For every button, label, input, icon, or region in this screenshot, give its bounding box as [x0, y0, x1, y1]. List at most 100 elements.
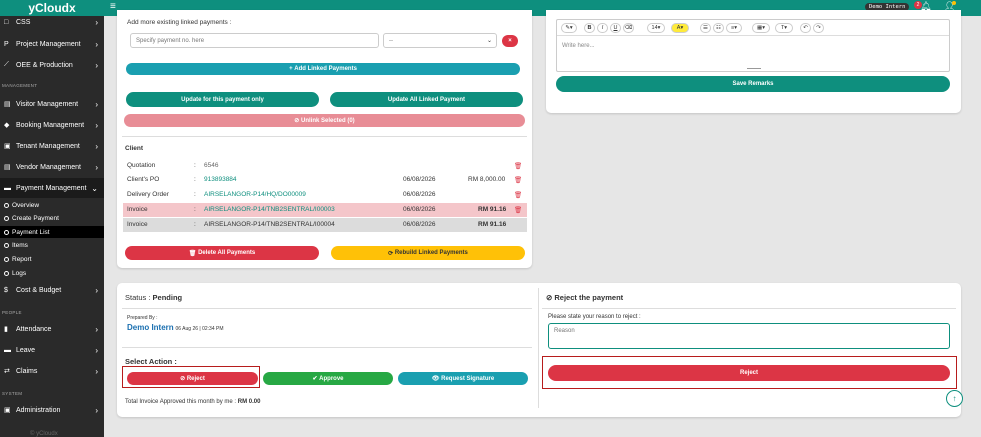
trash-icon[interactable]: 🗑︎ — [514, 206, 522, 214]
sidebar-item-attendance[interactable]: ▮ Attendance › — [0, 319, 104, 339]
chevron-right-icon: › — [95, 17, 98, 27]
row-date: 06/08/2026 — [403, 191, 436, 198]
prepared-by-label: Prepared By : — [127, 315, 158, 321]
sidebar-item-leave[interactable]: ▬ Leave › — [0, 340, 104, 360]
row-label: Quotation — [127, 162, 156, 169]
update-all-linked-button[interactable]: Update All Linked Payment — [330, 92, 523, 107]
rebuild-linked-payments-button[interactable]: ⟳ Rebuild Linked Payments — [331, 246, 525, 260]
bullet-list-icon[interactable]: ☰ — [700, 23, 711, 33]
remove-linked-button[interactable]: × — [502, 35, 518, 47]
update-this-payment-button[interactable]: Update for this payment only — [126, 92, 319, 107]
preparer-name[interactable]: Demo Intern — [127, 323, 174, 332]
row-value-link[interactable]: 913893884 — [204, 176, 237, 183]
sidebar-item-tenant[interactable]: ▣ Tenant Management › — [0, 136, 104, 156]
sidebar-item-vendor[interactable]: ▤ Vendor Management › — [0, 157, 104, 177]
row-value-link[interactable]: AIRSELANGOR-P14/HQ/DO00009 — [204, 191, 306, 198]
section-people: PEOPLE — [2, 310, 22, 315]
row-date: 06/08/2026 — [403, 206, 436, 213]
font-size-value: 14 — [651, 25, 658, 31]
divider — [122, 136, 527, 137]
row-amount: RM 8,000.00 — [468, 176, 506, 183]
check-icon: ✔ — [312, 376, 320, 382]
sidebar: □ CSS › P Project Management › ⟋ OEE & Produc… — [0, 16, 104, 437]
client-row-invoice[interactable]: Invoice : AIRSELANGOR-P14/TNB2SENTRAL/I0… — [123, 218, 527, 232]
redo-icon[interactable]: ↷ — [813, 23, 824, 33]
row-value-link[interactable]: AIRSELANGOR-P14/TNB2SENTRAL/I00003 — [204, 206, 335, 213]
sidebar-item-claims[interactable]: ⇄ Claims › — [0, 361, 104, 381]
sub-item-report[interactable]: Report — [0, 253, 104, 265]
align-dropdown[interactable]: ≡▾ — [726, 23, 742, 33]
chevron-right-icon: › — [95, 162, 98, 172]
payment-select[interactable]: -- ⌄ — [383, 33, 497, 48]
chevron-down-icon: ⌄ — [486, 38, 492, 44]
sub-item-label: Payment List — [12, 228, 50, 236]
highlight-button[interactable]: A▾ — [671, 23, 689, 33]
numbered-list-icon[interactable]: ☷ — [713, 23, 724, 33]
chevron-right-icon: › — [95, 285, 98, 295]
undo-icon[interactable]: ↶ — [800, 23, 811, 33]
request-signature-button[interactable]: 👁︎ Request Signature — [398, 372, 528, 385]
client-row-quotation: Quotation : 6546 🗑︎ — [123, 159, 527, 173]
remarks-card: ✎▾ B I U ⌫ 14 ▾ A▾ ☰ ☷ ≡▾ ▦▾ T▾ ↶ ↷ Write… — [546, 10, 961, 113]
sidebar-item-booking[interactable]: ◆ Booking Management › — [0, 115, 104, 135]
tenant-icon: ▣ — [4, 143, 11, 150]
row-colon: : — [194, 176, 196, 183]
client-row-invoice-selected[interactable]: Invoice : AIRSELANGOR-P14/TNB2SENTRAL/I0… — [123, 203, 527, 217]
total-label: Total Invoice Approved this month by me … — [125, 399, 237, 405]
brand-logo[interactable]: yCloudx — [0, 0, 104, 16]
approve-button[interactable]: ✔ Approve — [263, 372, 393, 385]
reject-reason-input[interactable]: Reason — [548, 323, 950, 349]
add-linked-payments-button[interactable]: + Add Linked Payments — [126, 63, 520, 75]
scroll-top-icon[interactable]: ↑ — [946, 390, 963, 407]
chevron-down-icon: ⌄ — [91, 183, 98, 193]
underline-button[interactable]: U — [610, 23, 621, 33]
chevron-right-icon: › — [95, 99, 98, 109]
save-remarks-button[interactable]: Save Remarks — [556, 76, 950, 92]
remarks-editor: ✎▾ B I U ⌫ 14 ▾ A▾ ☰ ☷ ≡▾ ▦▾ T▾ ↶ ↷ Write… — [556, 19, 950, 72]
font-size-dropdown[interactable]: 14 ▾ — [647, 23, 665, 33]
remarks-textarea[interactable]: Write here... — [562, 43, 595, 49]
text-style-dropdown[interactable]: T▾ — [775, 23, 793, 33]
circle-icon — [4, 215, 9, 221]
row-value: 6546 — [204, 162, 219, 169]
delete-all-payments-button[interactable]: 🗑︎ Delete All Payments — [125, 246, 319, 260]
sidebar-item-cost-budget[interactable]: $ Cost & Budget › — [0, 280, 104, 300]
sub-item-create-payment[interactable]: Create Payment — [0, 212, 104, 224]
sidebar-item-oee[interactable]: ⟋ OEE & Production › — [0, 55, 104, 75]
sub-item-label: Items — [12, 241, 28, 249]
sub-item-overview[interactable]: Overview — [0, 199, 104, 211]
sidebar-item-payment[interactable]: ▬ Payment Management ⌄ — [0, 178, 104, 198]
eraser-icon[interactable]: ⌫ — [623, 23, 634, 33]
sidebar-item-label: Visitor Management — [16, 100, 79, 108]
circle-icon — [4, 256, 9, 262]
row-date: 06/08/2026 — [403, 176, 436, 183]
circle-icon — [4, 242, 9, 248]
bold-button[interactable]: B — [584, 23, 595, 33]
reject-title: ⊘ Reject the payment — [546, 293, 623, 302]
client-row-po: Client's PO : 913893884 06/08/2026 RM 8,… — [123, 173, 527, 187]
sidebar-item-label: Claims — [16, 367, 38, 375]
circle-icon — [4, 202, 9, 208]
menu-icon[interactable]: ≡ — [110, 1, 116, 12]
sidebar-item-css[interactable]: □ CSS › — [0, 16, 104, 32]
reject-submit-button[interactable]: Reject — [548, 365, 950, 381]
payment-no-input[interactable]: Specify payment no. here — [130, 33, 379, 48]
sidebar-item-project-management[interactable]: P Project Management › — [0, 34, 104, 54]
style-dropdown[interactable]: ✎▾ — [561, 23, 577, 33]
unlink-selected-button[interactable]: ⊘ Unlink Selected (0) — [124, 114, 525, 127]
trash-icon[interactable]: 🗑︎ — [514, 162, 522, 170]
sub-item-payment-list[interactable]: Payment List — [0, 226, 104, 238]
sidebar-item-label: Tenant Management — [16, 142, 80, 150]
sidebar-item-visitor[interactable]: ▤ Visitor Management › — [0, 94, 104, 114]
sidebar-item-administration[interactable]: ▣ Administration › — [0, 400, 104, 420]
row-date: 06/08/2026 — [403, 221, 436, 228]
resize-handle[interactable] — [747, 68, 761, 69]
italic-button[interactable]: I — [597, 23, 608, 33]
sidebar-item-label: Booking Management — [16, 121, 85, 129]
sub-item-logs[interactable]: Logs — [0, 267, 104, 279]
reject-action-button[interactable]: ⊘ Reject — [127, 372, 258, 385]
trash-icon[interactable]: 🗑︎ — [514, 191, 522, 199]
table-dropdown[interactable]: ▦▾ — [752, 23, 770, 33]
sub-item-items[interactable]: Items — [0, 239, 104, 251]
trash-icon[interactable]: 🗑︎ — [514, 176, 522, 184]
